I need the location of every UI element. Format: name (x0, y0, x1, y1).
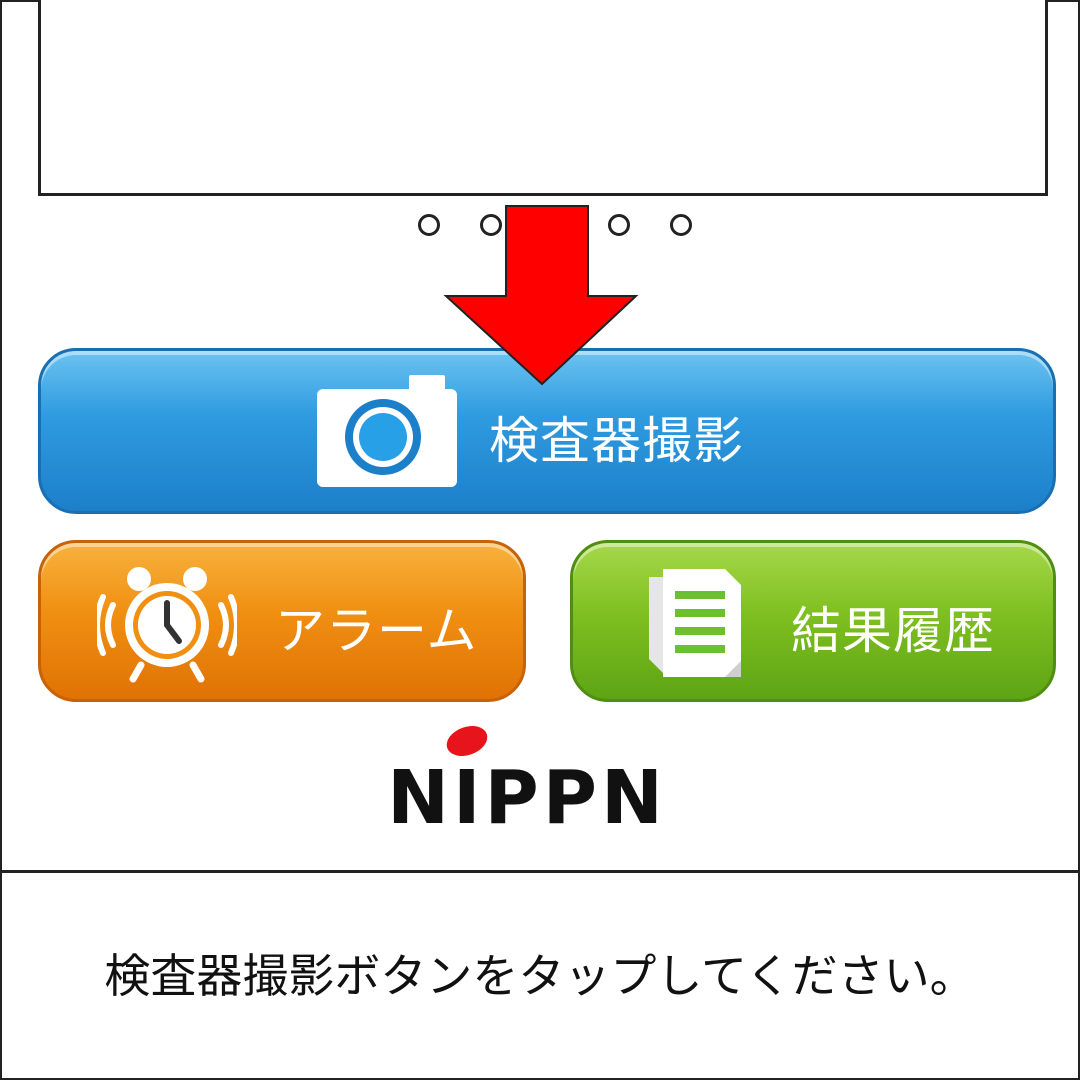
document-icon (649, 569, 741, 677)
logo-text: NIPPN (387, 755, 667, 841)
alarm-button[interactable]: アラーム (38, 540, 526, 702)
divider (0, 870, 1080, 873)
alarm-label: アラーム (275, 602, 478, 660)
arrow-down-icon (443, 205, 639, 386)
result-history-button[interactable]: 結果履歴 (570, 540, 1056, 702)
alarm-clock-icon (97, 567, 237, 683)
inspection-photo-label: 検査器撮影 (489, 412, 744, 470)
nippn-logo: NIPPN (362, 720, 692, 841)
instruction-text: 検査器撮影ボタンをタップしてください。 (104, 949, 976, 1003)
result-history-label: 結果履歴 (791, 602, 995, 660)
